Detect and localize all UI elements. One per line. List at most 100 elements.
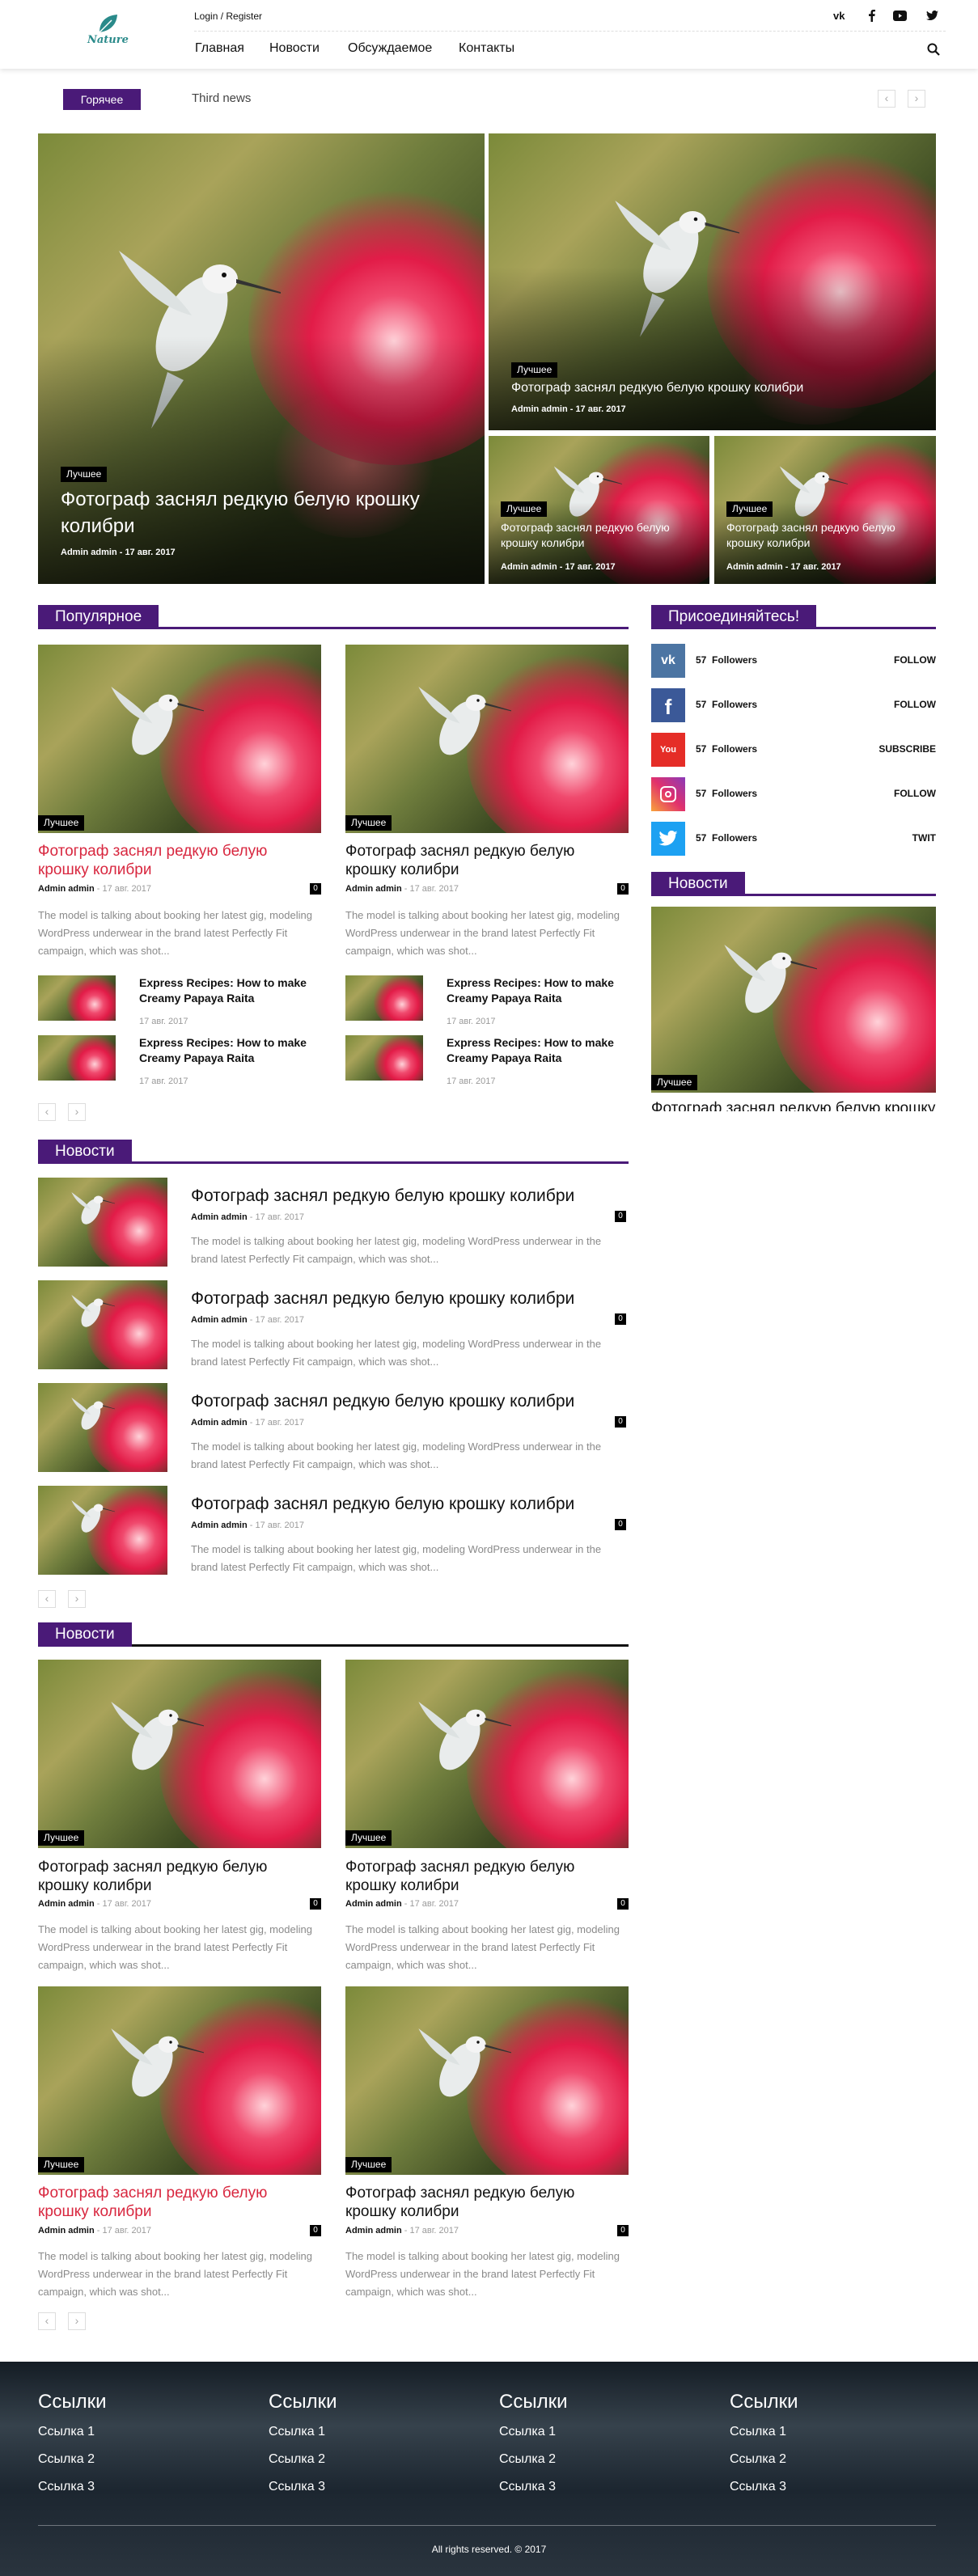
news-list-item-1-title[interactable]: Фотограф заснял редкую белую крошку коли… xyxy=(191,1186,628,1207)
small-post-1-thumb[interactable] xyxy=(38,975,116,1021)
author-name[interactable]: Admin admin xyxy=(38,1899,95,1909)
youtube-icon[interactable] xyxy=(893,11,907,21)
news-list-item-4-thumb[interactable] xyxy=(38,1486,167,1575)
twit-button[interactable]: TWIT xyxy=(912,832,936,844)
twitter-icon[interactable] xyxy=(651,822,685,856)
featured-top-right-image[interactable]: Лучшее Фотограф заснял редкую белую крош… xyxy=(489,133,936,430)
social-row-instagram[interactable]: 57 Followers FOLLOW xyxy=(651,777,936,811)
author-name[interactable]: Admin admin xyxy=(38,884,95,894)
news-list-item-3-title[interactable]: Фотограф заснял редкую белую крошку коли… xyxy=(191,1391,628,1412)
footer-link[interactable]: Ссылка 3 xyxy=(730,2480,786,2494)
login-register-link[interactable]: Login / Register xyxy=(194,11,262,22)
news-grid-card-2-image[interactable]: Лучшее xyxy=(345,1660,629,1848)
small-post-3-title[interactable]: Express Recipes: How to make Creamy Papa… xyxy=(139,1035,313,1066)
author-name[interactable]: Admin admin xyxy=(191,1418,248,1428)
news-grid-card-4-badge[interactable]: Лучшее xyxy=(345,2157,392,2172)
news-grid-card-2-badge[interactable]: Лучшее xyxy=(345,1830,392,1846)
nav-item-contacts[interactable]: Контакты xyxy=(459,41,514,56)
nav-item-home[interactable]: Главная xyxy=(195,41,244,56)
facebook-icon[interactable]: f xyxy=(651,688,685,722)
news-grid-next-button[interactable]: › xyxy=(68,2312,86,2330)
comment-count[interactable]: 0 xyxy=(615,1313,626,1325)
social-row-facebook[interactable]: f 57 Followers FOLLOW xyxy=(651,688,936,722)
small-post-2-thumb[interactable] xyxy=(345,975,423,1021)
footer-link[interactable]: Ссылка 3 xyxy=(38,2480,95,2494)
ticker-prev-button[interactable]: ‹ xyxy=(878,90,895,108)
social-row-vk[interactable]: vk 57 Followers FOLLOW xyxy=(651,644,936,678)
comment-count[interactable]: 0 xyxy=(615,1211,626,1222)
featured-bottom-right-image[interactable]: Лучшее Фотограф заснял редкую белую крош… xyxy=(714,436,936,584)
news-grid-card-1-badge[interactable]: Лучшее xyxy=(38,1830,85,1846)
news-list-prev-button[interactable]: ‹ xyxy=(38,1590,56,1608)
news-grid-card-3-image[interactable]: Лучшее xyxy=(38,1986,321,2175)
comment-count[interactable]: 0 xyxy=(617,1898,629,1910)
author-name[interactable]: Admin admin xyxy=(345,1899,402,1909)
popular-prev-button[interactable]: ‹ xyxy=(38,1103,56,1121)
featured-bottom-left-badge[interactable]: Лучшее xyxy=(501,501,548,517)
comment-count[interactable]: 0 xyxy=(615,1416,626,1428)
author-name[interactable]: Admin admin xyxy=(191,1315,248,1325)
small-post-1-title[interactable]: Express Recipes: How to make Creamy Papa… xyxy=(139,975,313,1006)
sidebar-news-badge[interactable]: Лучшее xyxy=(651,1075,698,1090)
popular-card-2-title[interactable]: Фотограф заснял редкую белую крошку коли… xyxy=(345,842,629,879)
comment-count[interactable]: 0 xyxy=(615,1519,626,1530)
popular-next-button[interactable]: › xyxy=(68,1103,86,1121)
news-grid-card-3-title[interactable]: Фотограф заснял редкую белую крошку коли… xyxy=(38,2184,321,2221)
author-name[interactable]: Admin admin xyxy=(38,2226,95,2235)
small-post-4-title[interactable]: Express Recipes: How to make Creamy Papa… xyxy=(447,1035,620,1066)
comment-count[interactable]: 0 xyxy=(310,883,321,895)
footer-link[interactable]: Ссылка 1 xyxy=(269,2425,325,2439)
nav-item-news[interactable]: Новости xyxy=(269,41,320,56)
small-post-2-title[interactable]: Express Recipes: How to make Creamy Papa… xyxy=(447,975,620,1006)
news-grid-card-1-image[interactable]: Лучшее xyxy=(38,1660,321,1848)
author-name[interactable]: Admin admin xyxy=(345,2226,402,2235)
news-grid-card-3-badge[interactable]: Лучшее xyxy=(38,2157,85,2172)
featured-top-right-badge[interactable]: Лучшее xyxy=(511,362,558,378)
popular-card-2-badge[interactable]: Лучшее xyxy=(345,815,392,831)
social-row-twitter[interactable]: 57 Followers TWIT xyxy=(651,822,936,856)
footer-link[interactable]: Ссылка 1 xyxy=(730,2425,786,2439)
logo[interactable]: Nature xyxy=(87,11,129,52)
twitter-icon[interactable] xyxy=(926,11,938,21)
news-grid-card-4-image[interactable]: Лучшее xyxy=(345,1986,629,2175)
news-list-item-1-thumb[interactable] xyxy=(38,1178,167,1267)
footer-link[interactable]: Ссылка 2 xyxy=(730,2452,786,2467)
news-grid-card-1-title[interactable]: Фотограф заснял редкую белую крошку коли… xyxy=(38,1858,321,1895)
footer-link[interactable]: Ссылка 2 xyxy=(269,2452,325,2467)
footer-link[interactable]: Ссылка 1 xyxy=(38,2425,95,2439)
social-row-youtube[interactable]: You 57 Followers SUBSCRIBE xyxy=(651,733,936,767)
popular-card-1-image[interactable]: Лучшее xyxy=(38,645,321,833)
news-list-next-button[interactable]: › xyxy=(68,1590,86,1608)
vk-icon[interactable]: vk xyxy=(833,10,845,22)
comment-count[interactable]: 0 xyxy=(617,883,629,895)
follow-button[interactable]: FOLLOW xyxy=(894,699,936,710)
comment-count[interactable]: 0 xyxy=(310,2225,321,2236)
nav-item-discussed[interactable]: Обсуждаемое xyxy=(348,41,432,56)
author-name[interactable]: Admin admin xyxy=(191,1212,248,1222)
news-grid-card-4-title[interactable]: Фотограф заснял редкую белую крошку коли… xyxy=(345,2184,629,2221)
author-name[interactable]: Admin admin xyxy=(191,1521,248,1530)
featured-main-badge[interactable]: Лучшее xyxy=(61,467,108,482)
news-grid-prev-button[interactable]: ‹ xyxy=(38,2312,56,2330)
featured-bottom-left-title[interactable]: Фотограф заснял редкую белую крошку коли… xyxy=(501,520,699,551)
vk-icon[interactable]: vk xyxy=(651,644,685,678)
instagram-icon[interactable] xyxy=(651,777,685,811)
popular-card-1-title[interactable]: Фотограф заснял редкую белую крошку коли… xyxy=(38,842,321,879)
ticker-text[interactable]: Third news xyxy=(192,91,251,105)
featured-bottom-right-badge[interactable]: Лучшее xyxy=(726,501,773,517)
news-list-item-3-thumb[interactable] xyxy=(38,1383,167,1472)
featured-top-right-title[interactable]: Фотограф заснял редкую белую крошку коли… xyxy=(511,380,900,396)
footer-link[interactable]: Ссылка 2 xyxy=(499,2452,556,2467)
search-icon[interactable] xyxy=(927,43,940,56)
comment-count[interactable]: 0 xyxy=(617,2225,629,2236)
facebook-icon[interactable] xyxy=(868,10,876,22)
sidebar-news-image[interactable]: Лучшее xyxy=(651,907,936,1093)
news-list-item-2-thumb[interactable] xyxy=(38,1280,167,1369)
featured-bottom-right-title[interactable]: Фотограф заснял редкую белую крошку коли… xyxy=(726,520,925,551)
featured-main-title[interactable]: Фотограф заснял редкую белую крошку коли… xyxy=(61,486,441,539)
news-list-item-2-title[interactable]: Фотограф заснял редкую белую крошку коли… xyxy=(191,1288,628,1309)
news-grid-card-2-title[interactable]: Фотограф заснял редкую белую крошку коли… xyxy=(345,1858,629,1895)
small-post-4-thumb[interactable] xyxy=(345,1035,423,1081)
small-post-3-thumb[interactable] xyxy=(38,1035,116,1081)
ticker-next-button[interactable]: › xyxy=(908,90,925,108)
